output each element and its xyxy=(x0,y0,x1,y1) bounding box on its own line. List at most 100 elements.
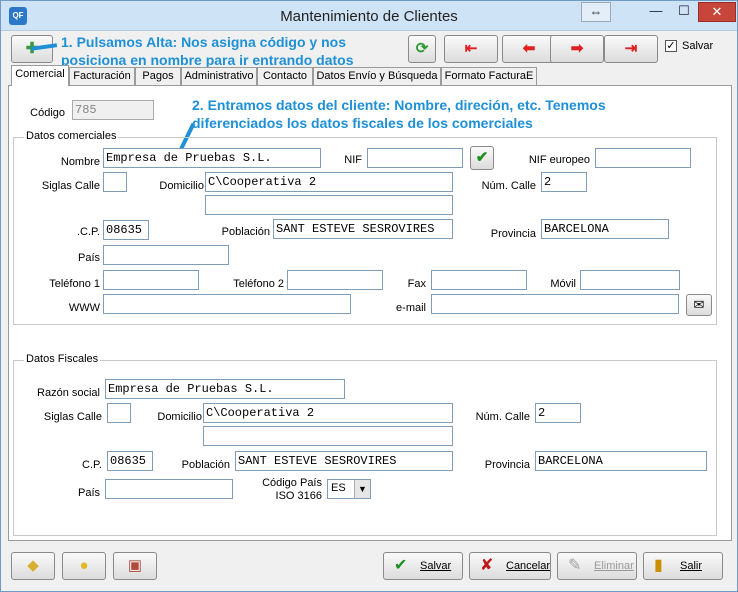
fiscal-cp-label: C.P. xyxy=(82,459,102,471)
telefono1-field[interactable] xyxy=(103,270,199,290)
telefono2-label: Teléfono 2 xyxy=(233,278,284,290)
refresh-button[interactable]: ⟳ xyxy=(408,35,436,63)
fiscal-num-calle-label: Núm. Calle xyxy=(475,411,530,423)
fiscal-poblacion-field[interactable]: SANT ESTEVE SESROVIRES xyxy=(235,451,453,471)
cancel-x-icon: ✘ xyxy=(480,557,494,574)
provincia-field[interactable]: BARCELONA xyxy=(541,219,669,239)
validate-nif-button[interactable]: ✔ xyxy=(470,146,494,170)
codigo-pais-value: ES xyxy=(331,482,346,494)
telefono2-field[interactable] xyxy=(287,270,383,290)
fiscal-domicilio-field-2[interactable] xyxy=(203,426,453,446)
tab-administrativo[interactable]: Administrativo xyxy=(181,67,257,85)
next-record-button[interactable]: ➡ xyxy=(550,35,604,63)
fax-field[interactable] xyxy=(431,270,527,290)
siglas-calle-field[interactable] xyxy=(103,172,127,192)
fiscal-provincia-label: Provincia xyxy=(484,459,530,471)
salvar-checkbox-label: Salvar xyxy=(682,40,714,52)
nif-field[interactable] xyxy=(367,148,463,168)
tab-contacto[interactable]: Contacto xyxy=(257,67,313,85)
num-calle-label: Núm. Calle xyxy=(481,180,536,192)
salvar-checkbox[interactable]: ✓ xyxy=(665,40,677,52)
domicilio-field-2[interactable] xyxy=(205,195,453,215)
previous-record-button[interactable]: ⬅ xyxy=(502,35,556,63)
fiscal-siglas-calle-field[interactable] xyxy=(107,403,131,423)
fiscal-siglas-calle-label: Siglas Calle xyxy=(43,411,102,423)
fiscal-domicilio-field[interactable]: C\Cooperativa 2 xyxy=(203,403,453,423)
datos-fiscales-group: Datos Fiscales Razón social Empresa de P… xyxy=(13,353,717,536)
fiscal-pais-label: País xyxy=(77,487,100,499)
annotation-alta: 1. Pulsamos Alta: Nos asigna código y no… xyxy=(61,34,354,68)
package-button[interactable]: ▣ xyxy=(113,552,157,580)
maximize-button[interactable]: ☐ xyxy=(671,2,697,22)
nombre-label: Nombre xyxy=(60,156,100,168)
check-icon: ✔ xyxy=(394,557,408,574)
tab-facturacion[interactable]: Facturación xyxy=(69,67,135,85)
fiscal-pais-field[interactable] xyxy=(105,479,233,499)
title-bar: QF Mantenimiento de Clientes ⇔ — ☐ ✕ xyxy=(1,1,737,31)
close-button[interactable]: ✕ xyxy=(698,2,736,22)
nombre-field[interactable]: Empresa de Pruebas S.L. xyxy=(103,148,321,168)
restore-size-button[interactable]: ⇔ xyxy=(581,2,611,22)
tab-datos-envio[interactable]: Datos Envío y Búsqueda xyxy=(313,67,441,85)
pais-label: País xyxy=(77,252,100,264)
email-field[interactable] xyxy=(431,294,679,314)
razon-social-label: Razón social xyxy=(37,387,100,399)
fiscal-cp-field[interactable]: 08635 xyxy=(107,451,153,471)
fax-label: Fax xyxy=(407,278,426,290)
datos-comerciales-group: Datos comerciales Nombre Empresa de Prue… xyxy=(13,130,717,325)
minimize-button[interactable]: — xyxy=(643,2,669,22)
tag-icon: ◆ xyxy=(27,557,39,574)
tag-button[interactable]: ◆ xyxy=(11,552,55,580)
tab-pagos[interactable]: Pagos xyxy=(135,67,181,85)
coins-icon: ● xyxy=(79,557,89,574)
window: QF Mantenimiento de Clientes ⇔ — ☐ ✕ ✚ 1… xyxy=(0,0,738,592)
datos-fiscales-label: Datos Fiscales xyxy=(24,353,101,365)
save-button[interactable]: ✔ Salvar xyxy=(383,552,463,580)
last-record-button[interactable]: ⇥ xyxy=(604,35,658,63)
tab-formato-facturae[interactable]: Formato FacturaE xyxy=(441,67,537,85)
www-label: WWW xyxy=(68,302,100,314)
provincia-label: Provincia xyxy=(490,228,536,240)
pais-field[interactable] xyxy=(103,245,229,265)
nif-europeo-label: NIF europeo xyxy=(528,154,590,166)
cp-label: .C.P. xyxy=(76,226,100,238)
coins-button[interactable]: ● xyxy=(62,552,106,580)
movil-label: Móvil xyxy=(550,278,576,290)
nif-europeo-field[interactable] xyxy=(595,148,691,168)
tab-comercial[interactable]: Comercial xyxy=(11,65,69,86)
datos-comerciales-label: Datos comerciales xyxy=(24,130,119,142)
num-calle-field[interactable]: 2 xyxy=(541,172,587,192)
annotation-datos: 2. Entramos datos del cliente: Nombre, d… xyxy=(192,97,606,131)
poblacion-field[interactable]: SANT ESTEVE SESROVIRES xyxy=(273,219,453,239)
nif-label: NIF xyxy=(344,154,362,166)
eraser-icon: ✎ xyxy=(568,557,582,574)
window-title: Mantenimiento de Clientes xyxy=(280,8,458,25)
refresh-icon: ⟳ xyxy=(415,40,429,57)
cp-field[interactable]: 08635 xyxy=(103,220,149,240)
chevron-down-icon: ▼ xyxy=(354,480,370,498)
exit-button[interactable]: ▮ Salir xyxy=(643,552,723,580)
right-arrow-icon: ➡ xyxy=(570,40,584,57)
package-icon: ▣ xyxy=(127,557,143,574)
fiscal-provincia-field[interactable]: BARCELONA xyxy=(535,451,707,471)
fiscal-poblacion-label: Población xyxy=(181,459,230,471)
www-field[interactable] xyxy=(103,294,351,314)
iso3166-label: ISO 3166 xyxy=(275,490,322,502)
siglas-calle-label: Siglas Calle xyxy=(41,180,100,192)
fiscal-num-calle-field[interactable]: 2 xyxy=(535,403,581,423)
razon-social-field[interactable]: Empresa de Pruebas S.L. xyxy=(105,379,345,399)
first-arrow-icon: ⇤ xyxy=(464,40,478,57)
first-record-button[interactable]: ⇤ xyxy=(444,35,498,63)
send-email-button[interactable]: ✉ xyxy=(686,294,712,316)
domicilio-field[interactable]: C\Cooperativa 2 xyxy=(205,172,453,192)
domicilio-label: Domicilio xyxy=(159,180,204,192)
delete-button[interactable]: ✎ Eliminar xyxy=(557,552,637,580)
cancel-button[interactable]: ✘ Cancelar xyxy=(469,552,551,580)
codigo-pais-label: Código País xyxy=(262,477,322,489)
left-arrow-icon: ⬅ xyxy=(522,40,536,57)
movil-field[interactable] xyxy=(580,270,680,290)
codigo-pais-select[interactable]: ES ▼ xyxy=(327,479,371,499)
poblacion-label: Población xyxy=(221,226,270,238)
codigo-field: 785 xyxy=(72,100,154,120)
last-arrow-icon: ⇥ xyxy=(624,40,638,57)
